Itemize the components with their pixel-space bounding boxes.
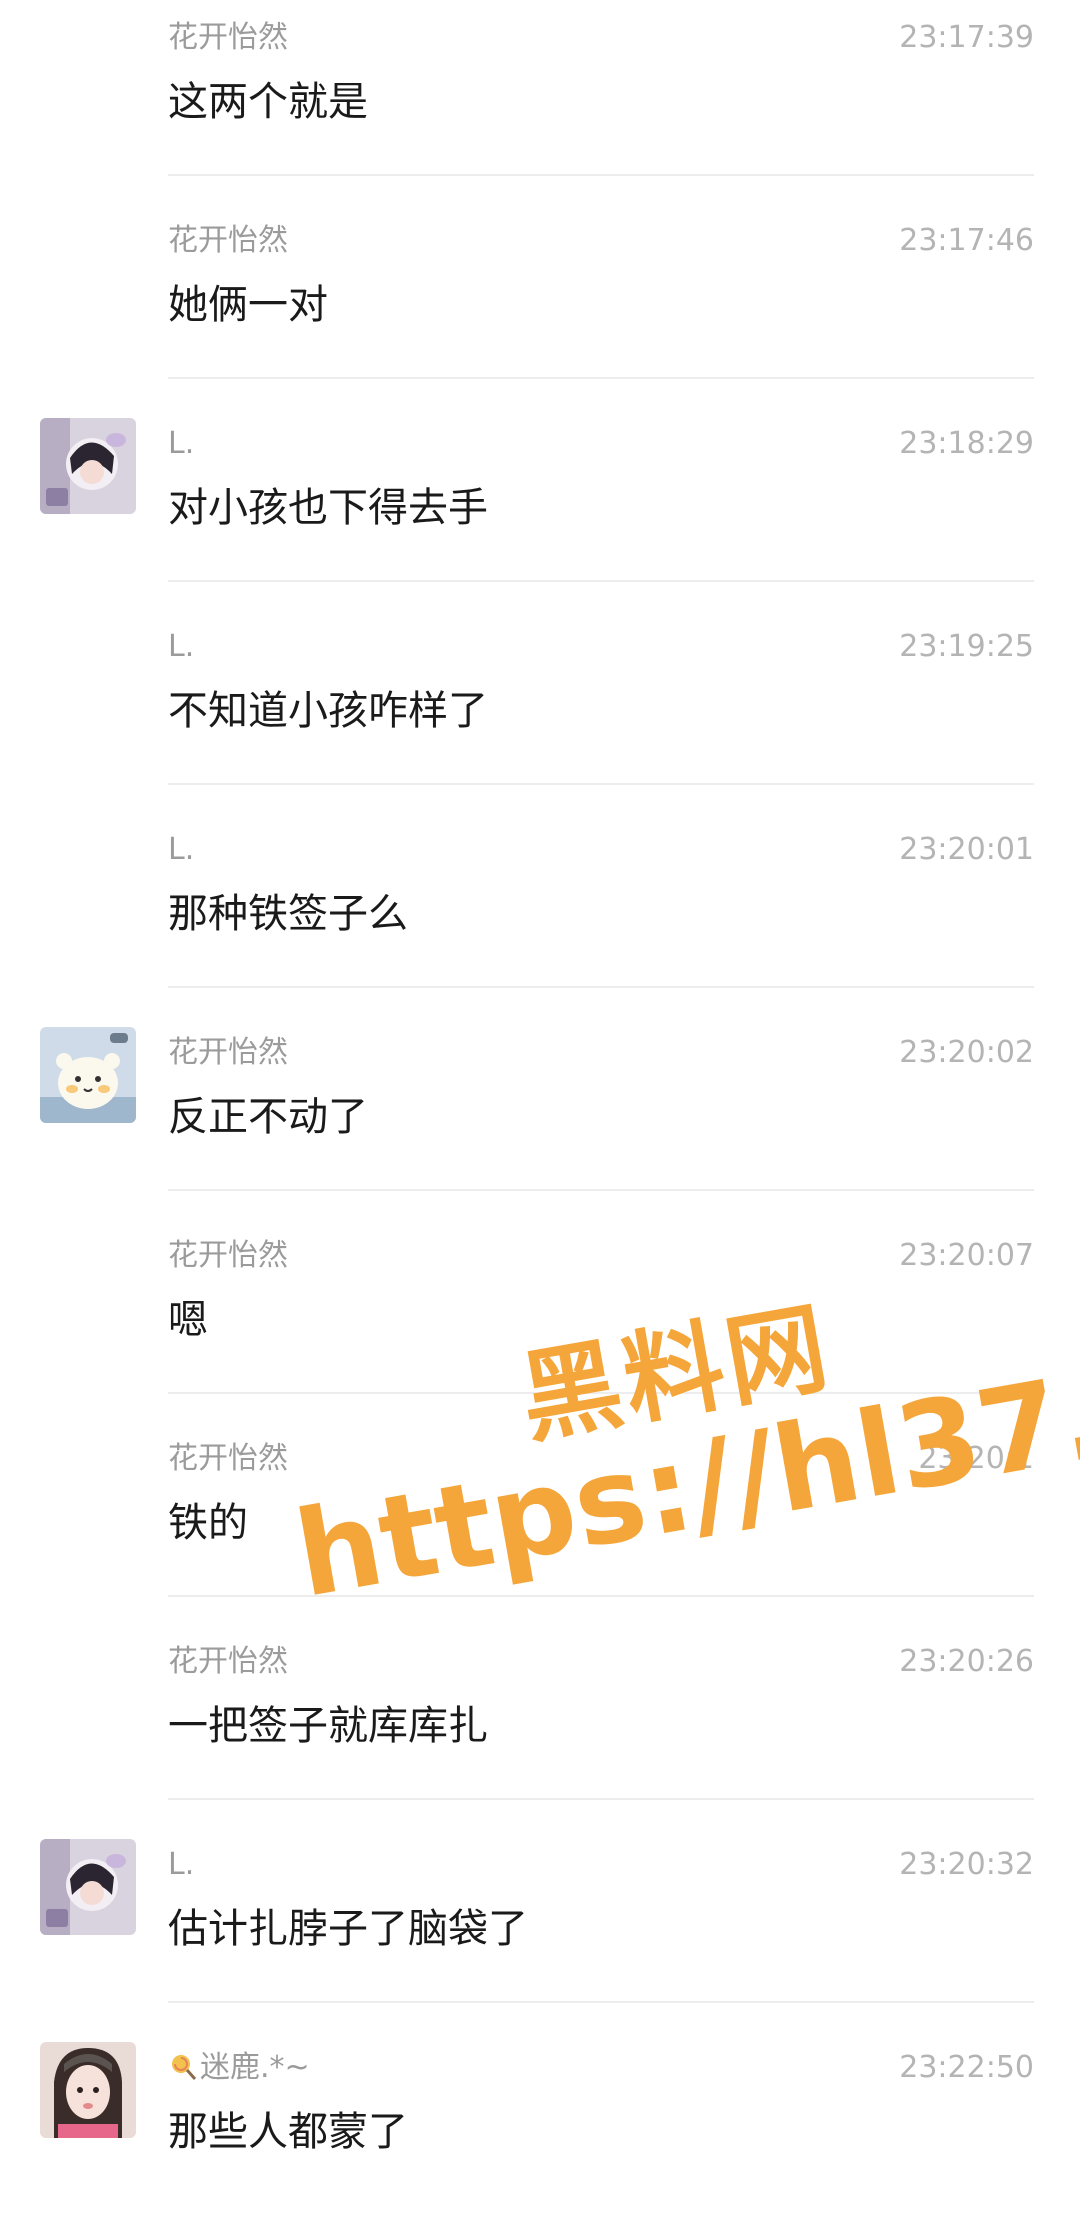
divider: [168, 580, 1034, 582]
message-item[interactable]: 花开怡然 23:20:07 嗯: [0, 1218, 1080, 1421]
message-item[interactable]: 花开怡然 23:20:26 一把签子就库库扎: [0, 1624, 1080, 1827]
divider: [168, 174, 1034, 176]
girl-avatar-image: [40, 2042, 136, 2138]
message-text: 不知道小孩咋样了: [168, 688, 488, 734]
message-item[interactable]: 花开怡然 23:20:1 铁的: [0, 1421, 1080, 1624]
message-time: 23:19:25: [899, 629, 1034, 664]
sender-name: 迷鹿.*~: [168, 2048, 310, 2088]
sender-name-text: 迷鹿.*~: [200, 2050, 310, 2085]
lollipop-icon: [172, 2055, 197, 2080]
chat-message-list[interactable]: 花开怡然 23:17:39 这两个就是 花开怡然 23:17:46 她俩一对 L…: [0, 0, 1080, 2223]
l-avatar-image: [40, 1839, 136, 1935]
divider: [168, 1798, 1034, 1800]
message-item[interactable]: L. 23:20:32 估计扎脖子了脑袋了: [0, 1827, 1080, 2030]
sender-name: 花开怡然: [168, 1441, 288, 1476]
message-item[interactable]: 花开怡然 23:17:39 这两个就是: [0, 0, 1080, 203]
message-time: 23:20:02: [899, 1035, 1034, 1070]
sender-name: L.: [168, 629, 195, 664]
message-text: 对小孩也下得去手: [168, 485, 488, 531]
message-item[interactable]: L. 23:20:01 那种铁签子么: [0, 812, 1080, 1015]
message-text: 铁的: [168, 1500, 248, 1546]
divider: [168, 2001, 1034, 2003]
message-time: 23:20:01: [899, 832, 1034, 867]
sender-name: L.: [168, 832, 195, 867]
sender-name: 花开怡然: [168, 1238, 288, 1273]
message-item[interactable]: L. 23:19:25 不知道小孩咋样了: [0, 609, 1080, 812]
divider: [168, 1189, 1034, 1191]
message-time: 23:20:07: [899, 1238, 1034, 1273]
l-avatar-image: [40, 418, 136, 514]
message-item[interactable]: 花开怡然 23:20:02 反正不动了: [0, 1015, 1080, 1218]
message-text: 嗯: [168, 1297, 208, 1343]
message-time: 23:20:32: [899, 1847, 1034, 1882]
message-item[interactable]: 花开怡然 23:17:46 她俩一对: [0, 203, 1080, 406]
divider: [168, 377, 1034, 379]
sender-name: L.: [168, 1847, 195, 1882]
sender-name: 花开怡然: [168, 20, 288, 55]
message-text: 估计扎脖子了脑袋了: [168, 1906, 528, 1952]
message-time: 23:20:1: [918, 1441, 1034, 1476]
message-time: 23:17:46: [899, 223, 1034, 258]
message-time: 23:20:26: [899, 1644, 1034, 1679]
message-text: 一把签子就库库扎: [168, 1703, 488, 1749]
divider: [168, 986, 1034, 988]
message-text: 那种铁签子么: [168, 891, 408, 937]
message-time: 23:18:29: [899, 426, 1034, 461]
sender-name: 花开怡然: [168, 223, 288, 258]
message-item[interactable]: 迷鹿.*~ 23:22:50 那些人都蒙了: [0, 2030, 1080, 2233]
avatar[interactable]: [40, 1027, 136, 1123]
divider: [168, 783, 1034, 785]
avatar[interactable]: [40, 2042, 136, 2138]
sender-name: 花开怡然: [168, 1644, 288, 1679]
sender-name: 花开怡然: [168, 1035, 288, 1070]
avatar[interactable]: [40, 418, 136, 514]
message-text: 反正不动了: [168, 1094, 368, 1140]
message-text: 这两个就是: [168, 79, 368, 125]
message-item[interactable]: L. 23:18:29 对小孩也下得去手: [0, 406, 1080, 609]
message-time: 23:17:39: [899, 20, 1034, 55]
bear-avatar-image: [40, 1027, 136, 1123]
message-text: 那些人都蒙了: [168, 2109, 408, 2155]
message-time: 23:22:50: [899, 2050, 1034, 2085]
divider: [168, 1595, 1034, 1597]
sender-name: L.: [168, 426, 195, 461]
divider: [168, 1392, 1034, 1394]
avatar[interactable]: [40, 1839, 136, 1935]
message-text: 她俩一对: [168, 282, 328, 328]
